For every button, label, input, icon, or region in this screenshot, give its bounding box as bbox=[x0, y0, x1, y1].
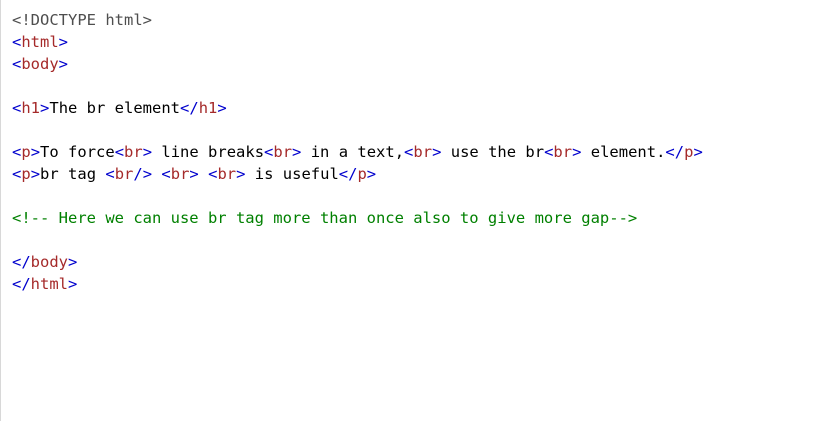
angle-bracket-token: </ bbox=[12, 253, 31, 271]
angle-bracket-token: < bbox=[12, 33, 22, 51]
tag-name-token: br bbox=[217, 165, 237, 183]
tag-name-token: br bbox=[413, 143, 433, 161]
text-token: element. bbox=[581, 143, 666, 161]
code-line: <!-- Here we can use br tag more than on… bbox=[12, 207, 703, 229]
code-block[interactable]: <!DOCTYPE html> <html> <body> <h1>The br el… bbox=[12, 9, 703, 295]
angle-bracket-token: > bbox=[432, 143, 442, 161]
tag-name-token: br bbox=[170, 165, 190, 183]
tag-name-token: h1 bbox=[21, 99, 41, 117]
text-token: br tag bbox=[40, 165, 106, 183]
angle-bracket-token: < bbox=[404, 143, 414, 161]
angle-bracket-token: < bbox=[114, 143, 125, 161]
angle-bracket-token: > bbox=[40, 99, 50, 117]
code-line: <p>To force<br> line breaks<br> in a tex… bbox=[12, 141, 703, 163]
angle-bracket-token: < bbox=[12, 143, 22, 161]
angle-bracket-token: > bbox=[292, 143, 302, 161]
tag-name-token: body bbox=[21, 55, 59, 73]
code-line: <p>br tag <br/> <br> <br> is useful</p> bbox=[12, 163, 703, 185]
angle-bracket-token: > bbox=[68, 275, 78, 293]
angle-bracket-token: > bbox=[58, 55, 69, 73]
angle-bracket-token: > bbox=[58, 33, 69, 51]
tag-name-token: p bbox=[357, 165, 367, 183]
tag-name-token: br bbox=[553, 143, 573, 161]
angle-bracket-token: </ bbox=[338, 165, 358, 183]
tag-name-token: h1 bbox=[198, 99, 218, 117]
text-token: is useful bbox=[245, 165, 339, 183]
text-token: use the br bbox=[441, 143, 545, 161]
angle-bracket-token: > bbox=[217, 99, 227, 117]
angle-bracket-token: > bbox=[366, 165, 377, 183]
tag-name-token: body bbox=[30, 253, 68, 271]
text-token: in a text, bbox=[301, 143, 405, 161]
angle-bracket-token: < bbox=[161, 165, 171, 183]
code-line: </body> bbox=[12, 251, 703, 273]
code-line: <!DOCTYPE html> bbox=[12, 9, 703, 31]
tag-name-token: p bbox=[21, 143, 31, 161]
doctype-token: <!DOCTYPE html> bbox=[12, 11, 152, 29]
code-line: <h1>The br element</h1> bbox=[12, 97, 703, 119]
code-line: </html> bbox=[12, 273, 703, 295]
text-token: line breaks bbox=[152, 143, 265, 161]
angle-bracket-token: /> bbox=[133, 165, 153, 183]
angle-bracket-token: > bbox=[30, 143, 41, 161]
comment-token: <!-- Here we can use br tag more than on… bbox=[12, 209, 638, 227]
text-token: The br element bbox=[49, 99, 181, 117]
tag-name-token: br bbox=[273, 143, 293, 161]
tag-name-token: br bbox=[124, 143, 143, 161]
code-line: <body> bbox=[12, 53, 703, 75]
angle-bracket-token: < bbox=[12, 165, 22, 183]
angle-bracket-token: > bbox=[30, 165, 41, 183]
text-token: To force bbox=[40, 143, 115, 161]
angle-bracket-token: > bbox=[68, 253, 78, 271]
tag-name-token: br bbox=[114, 165, 134, 183]
angle-bracket-token: </ bbox=[180, 99, 199, 117]
tag-name-token: html bbox=[21, 33, 59, 51]
angle-bracket-token: < bbox=[544, 143, 554, 161]
angle-bracket-token: < bbox=[264, 143, 274, 161]
angle-bracket-token: </ bbox=[665, 143, 685, 161]
code-editor[interactable]: <!DOCTYPE html> <html> <body> <h1>The br el… bbox=[0, 0, 817, 421]
tag-name-token: p bbox=[21, 165, 31, 183]
code-line: <html> bbox=[12, 31, 703, 53]
angle-bracket-token: </ bbox=[12, 275, 31, 293]
angle-bracket-token: < bbox=[105, 165, 115, 183]
angle-bracket-token: < bbox=[12, 99, 22, 117]
angle-bracket-token: > bbox=[189, 165, 199, 183]
angle-bracket-token: < bbox=[12, 55, 22, 73]
angle-bracket-token: > bbox=[693, 143, 703, 161]
angle-bracket-token: > bbox=[142, 143, 153, 161]
tag-name-token: html bbox=[30, 275, 68, 293]
